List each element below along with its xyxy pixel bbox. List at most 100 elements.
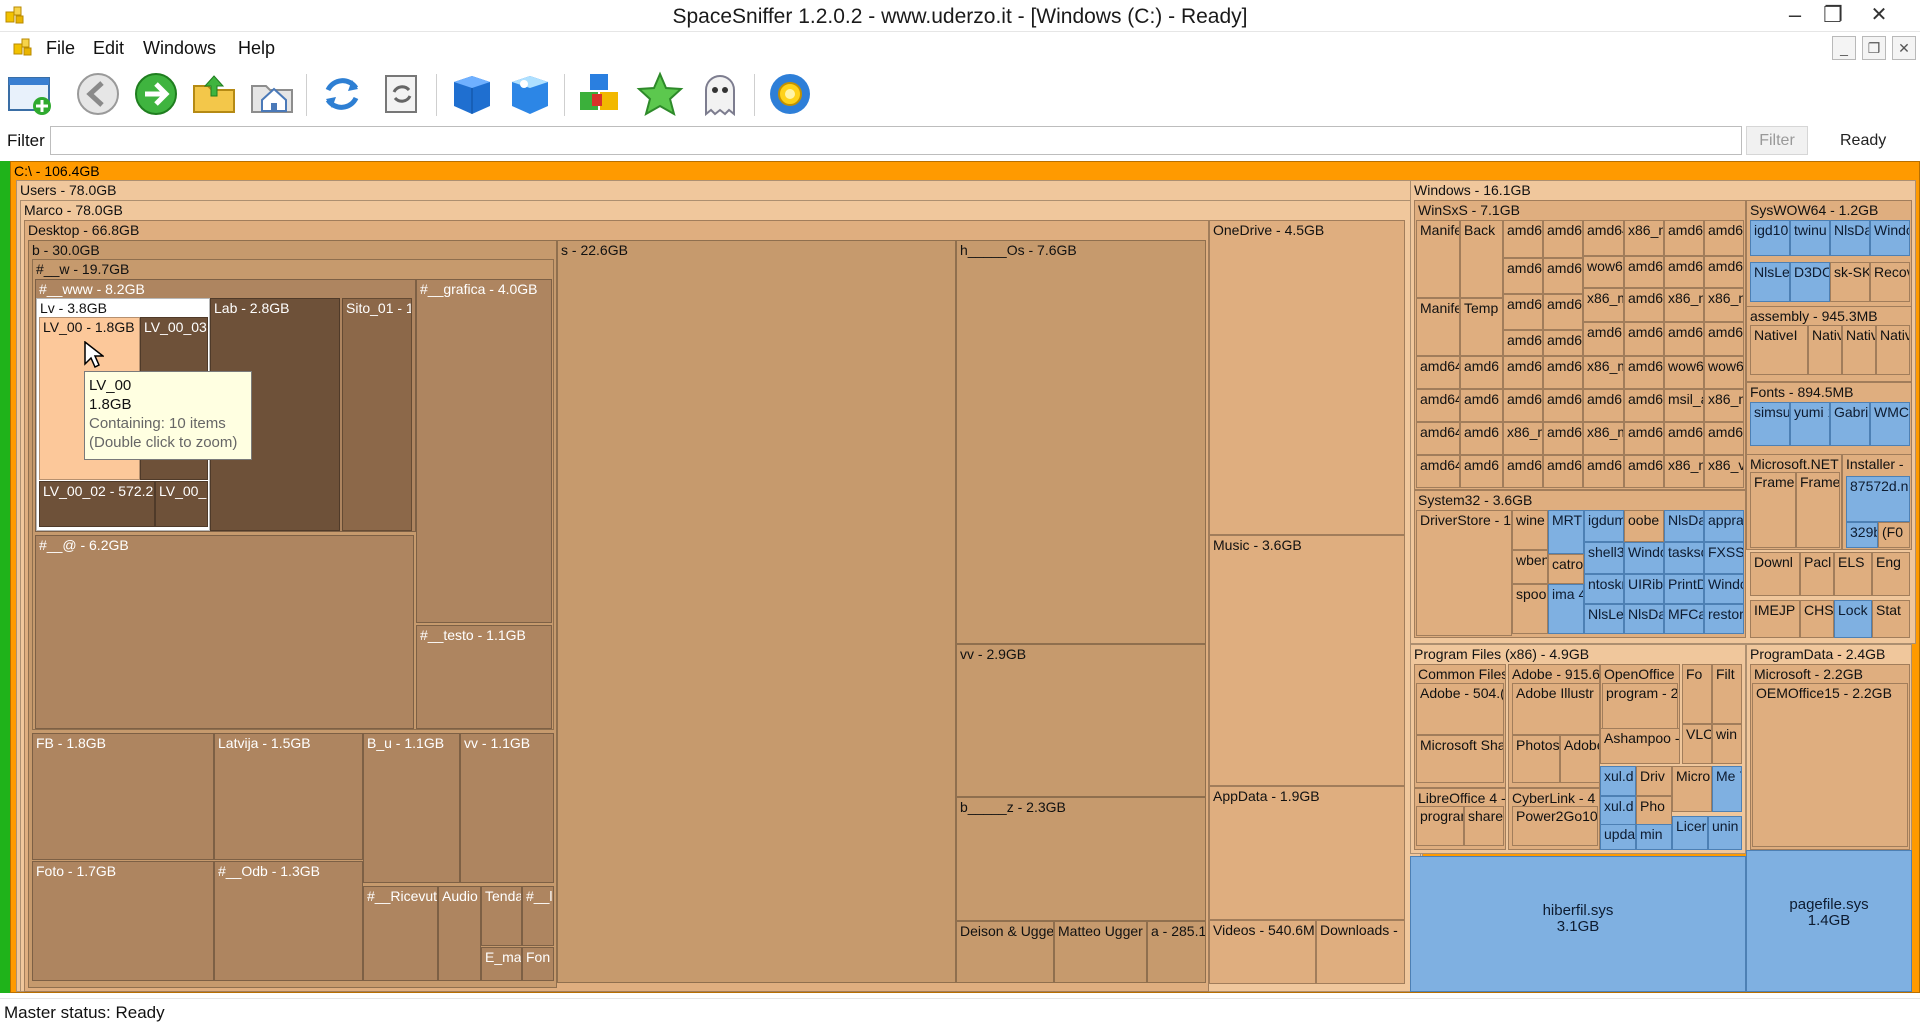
treemap-block[interactable]: x86_n	[1704, 389, 1744, 422]
treemap-block[interactable]: Downl	[1750, 552, 1800, 596]
treemap-block[interactable]: shell3	[1584, 542, 1624, 574]
mdi-minimize-button[interactable]: _	[1832, 36, 1856, 60]
treemap-block[interactable]: x86_v	[1704, 455, 1744, 488]
treemap-block[interactable]: catro	[1548, 554, 1584, 584]
treemap-block[interactable]: Stat	[1872, 600, 1910, 638]
treemap-block[interactable]: VLC	[1682, 724, 1712, 764]
treemap-block[interactable]: ntoskr	[1584, 574, 1624, 604]
treemap-block[interactable]: Ashampoo -	[1600, 728, 1680, 764]
treemap-block[interactable]: #__Ricevut	[363, 886, 438, 981]
treemap-block[interactable]: wow6	[1664, 356, 1704, 389]
treemap-block[interactable]: Pacl	[1800, 552, 1834, 596]
treemap-block[interactable]: amd6	[1460, 389, 1503, 422]
treemap-block[interactable]: oobe	[1624, 510, 1664, 542]
treemap-block[interactable]: amd6	[1460, 356, 1503, 389]
treemap-block[interactable]: program - 2	[1602, 683, 1678, 729]
treemap-block[interactable]: igdum	[1584, 510, 1624, 542]
treemap-block[interactable]: amd6	[1543, 455, 1583, 488]
treemap-block[interactable]: Windc	[1704, 574, 1744, 604]
treemap-block[interactable]: Sito_01 - 1	[342, 298, 412, 531]
treemap-block[interactable]: Manife	[1416, 298, 1460, 356]
refresh-partial-icon[interactable]	[378, 70, 426, 118]
treemap-block[interactable]: amd6	[1704, 220, 1744, 256]
treemap-block[interactable]: simsu 16.1M	[1750, 402, 1790, 446]
treemap-block[interactable]: NlsLe 5.9MI	[1750, 262, 1790, 302]
treemap-block[interactable]: E_mail	[481, 947, 522, 981]
treemap-block[interactable]: amd64	[1416, 422, 1460, 455]
treemap-block[interactable]: x86_n	[1664, 288, 1704, 322]
treemap-block[interactable]: Downloads -	[1316, 920, 1405, 984]
treemap-block[interactable]: spool	[1512, 584, 1548, 634]
treemap-block[interactable]: Windc 848KI	[1870, 220, 1910, 256]
treemap-view[interactable]: C:\ - 106.4GB Users - 78.0GB Marco - 78.0G…	[0, 161, 1920, 993]
treemap-block[interactable]: x86_m	[1583, 356, 1624, 389]
treemap-block[interactable]: x86_m	[1583, 288, 1624, 322]
menu-edit[interactable]: Edit	[93, 38, 124, 59]
treemap-block[interactable]: amd6	[1624, 455, 1664, 488]
treemap-block[interactable]: amd64	[1503, 258, 1543, 294]
treemap-block[interactable]: FXSST	[1704, 542, 1744, 574]
treemap-block[interactable]: amd64	[1503, 389, 1543, 422]
treemap-block[interactable]: x86_m	[1583, 422, 1624, 455]
treemap-block[interactable]: amd6	[1704, 422, 1744, 455]
treemap-block[interactable]: yumi 12.6M	[1790, 402, 1830, 446]
menu-file[interactable]: File	[46, 38, 75, 59]
treemap-block[interactable]: amd6	[1664, 220, 1704, 256]
close-button[interactable]: ✕	[1856, 0, 1902, 30]
treemap-block[interactable]: amd6	[1624, 356, 1664, 389]
treemap-block[interactable]: 87572d.n 214.1MB	[1846, 476, 1910, 522]
treemap-block[interactable]: amd6	[1624, 256, 1664, 288]
treemap-block[interactable]: Foto - 1.7GB	[32, 861, 214, 981]
treemap-block[interactable]: amd6	[1704, 322, 1744, 356]
treemap-block[interactable]: NlsDa	[1624, 604, 1664, 634]
treemap-block[interactable]: h_____Os - 7.6GB	[956, 240, 1206, 644]
treemap-block[interactable]: amd6	[1624, 389, 1664, 422]
treemap-block[interactable]: Deison & Ugge	[956, 921, 1054, 983]
treemap-block[interactable]: Videos - 540.6M	[1209, 920, 1316, 984]
treemap-block[interactable]: amd64	[1583, 220, 1624, 256]
treemap-block[interactable]: Power2Go10	[1512, 806, 1598, 846]
treemap-block[interactable]: msil_a	[1664, 389, 1704, 422]
home-folder-icon[interactable]	[248, 70, 296, 118]
treemap-block[interactable]: WMC 4KB	[1870, 402, 1910, 446]
treemap-block[interactable]: #__l	[522, 886, 554, 946]
treemap-block[interactable]: LV_00_	[155, 481, 208, 527]
treemap-block[interactable]: amd6	[1543, 294, 1583, 330]
treemap-block[interactable]: x86_n	[1624, 220, 1664, 256]
parent-folder-icon[interactable]	[190, 70, 238, 118]
treemap-block[interactable]: vv - 1.1GB	[460, 733, 554, 883]
treemap-block[interactable]: Fo	[1682, 664, 1712, 724]
treemap-block[interactable]: share	[1464, 806, 1504, 846]
treemap-block[interactable]: amd64	[1503, 294, 1543, 330]
treemap-block[interactable]: LV_00_02 - 572.2	[39, 481, 155, 527]
treemap-block[interactable]: #__Odb - 1.3GB	[214, 861, 363, 981]
treemap-block[interactable]: xul.d	[1600, 766, 1636, 796]
treemap-block[interactable]: x86_m	[1503, 422, 1543, 455]
treemap-block[interactable]: amd6	[1583, 389, 1624, 422]
treemap-block[interactable]: unin	[1708, 816, 1742, 850]
refresh-icon[interactable]	[318, 70, 366, 118]
treemap-block[interactable]: amd6	[1664, 322, 1704, 356]
treemap-block[interactable]: program	[1416, 806, 1464, 846]
treemap-block[interactable]: OEMOffice15 - 2.2GB	[1752, 683, 1908, 847]
treemap-block[interactable]: x86_n	[1704, 288, 1744, 322]
treemap-block[interactable]: amd6	[1543, 422, 1583, 455]
forward-icon[interactable]	[132, 70, 180, 118]
treemap-block[interactable]: amd64	[1416, 389, 1460, 422]
treemap-block[interactable]: #__grafica - 4.0GB	[416, 279, 552, 623]
menu-help[interactable]: Help	[238, 38, 275, 59]
treemap-block[interactable]: 329b	[1846, 522, 1878, 548]
treemap-block[interactable]: win	[1712, 724, 1742, 764]
treemap-block[interactable]: s - 22.6GB	[557, 240, 956, 983]
treemap-block[interactable]: Audio	[438, 886, 481, 981]
treemap-block[interactable]: amd6	[1624, 288, 1664, 322]
treemap-block[interactable]: Lock	[1834, 600, 1872, 638]
treemap-block[interactable]: amd6	[1704, 256, 1744, 288]
treemap-block[interactable]: igd10i 25.7M	[1750, 220, 1790, 256]
treemap-block[interactable]: min	[1636, 824, 1672, 850]
mdi-close-button[interactable]: ✕	[1892, 36, 1916, 60]
treemap-block[interactable]: Me 7.8	[1712, 766, 1742, 812]
treemap-block[interactable]: Manife	[1416, 220, 1460, 298]
treemap-block[interactable]: amd6	[1664, 256, 1704, 288]
treemap-block[interactable]: Fon	[522, 947, 554, 981]
